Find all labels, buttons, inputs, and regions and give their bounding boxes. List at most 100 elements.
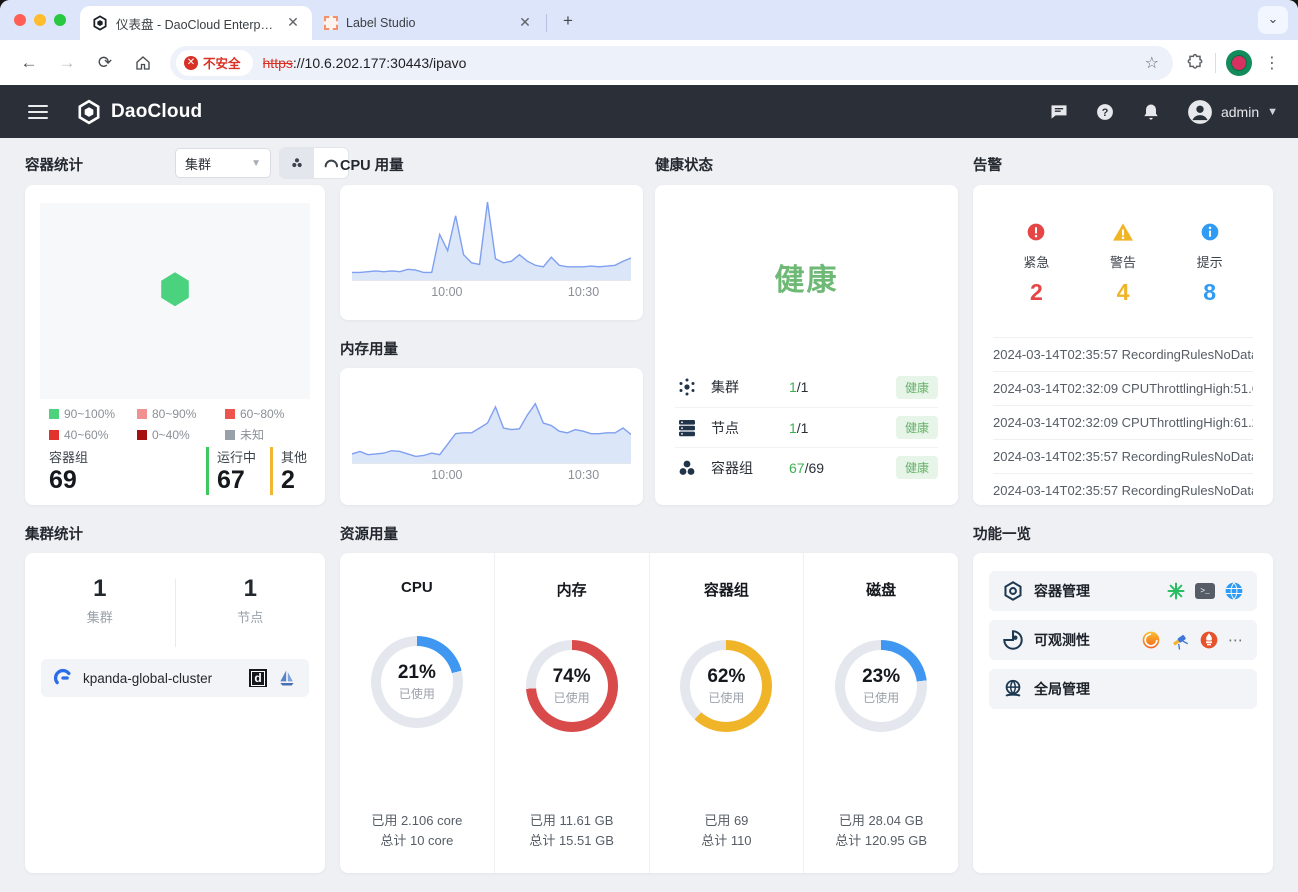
x-tick: 10:30 [568,468,599,482]
legend-item: 0~40% [137,426,225,443]
profile-avatar[interactable] [1226,50,1252,76]
cpu-donut: 21%已使用 [371,636,463,728]
health-row-pods: 容器组 67/69 健康 [675,447,938,487]
alert-stat-warning: 警告 4 [1080,221,1167,306]
feature-product-icons: >_ [1166,581,1244,601]
alert-item[interactable]: 2024-03-14T02:35:57 RecordingRulesNoData… [993,337,1253,371]
appbar-actions: ? admin ▼ [1049,99,1278,125]
x-tick: 10:00 [431,285,462,299]
feature-product-icons: ⋯ [1141,630,1244,650]
alert-stat-info: 提示 8 [1166,221,1253,306]
scope-select-value: 集群 [185,154,211,173]
url-text[interactable]: https://10.6.202.177:30443/ipavo [263,55,1137,71]
tab-search-chevron-button[interactable]: ⌄ [1258,6,1288,34]
help-icon[interactable]: ? [1095,102,1115,122]
containerd-icon: d [249,669,267,687]
alert-item[interactable]: 2024-03-14T02:32:09 CPUThrottlingHigh:51… [993,371,1253,405]
username: admin [1221,104,1259,120]
security-badge[interactable]: ✕ 不安全 [176,50,253,76]
tab-separator [546,14,547,32]
url-scheme: https [263,55,293,71]
daocloud-favicon [92,15,108,31]
tab-close-icon[interactable]: ✕ [284,14,302,32]
kubean-icon[interactable] [1166,581,1186,601]
legend-item: 80~90% [137,407,225,421]
alert-item[interactable]: 2024-03-14T02:32:09 CPUThrottlingHigh:61… [993,405,1253,439]
address-bar[interactable]: ✕ 不安全 https://10.6.202.177:30443/ipavo ☆ [170,46,1173,80]
container-stats-controls: 集群 ▼ [175,147,349,179]
macos-window-controls[interactable] [0,0,80,40]
cpu-usage-card: 10:00 10:30 [340,185,643,320]
alert-item[interactable]: 2024-03-14T02:35:57 RecordingRulesNoData… [993,439,1253,473]
cluster-list-item[interactable]: kpanda-global-cluster d [41,659,309,697]
tab-daocloud-dashboard[interactable]: 仪表盘 - DaoCloud Enterprise ✕ [80,6,312,40]
svg-text:?: ? [1102,106,1109,118]
profile-avatar-inner [1231,55,1247,71]
cluster-count: 1 集群 [25,575,175,647]
back-button[interactable]: ← [13,47,45,79]
memory-usage-card: 10:00 10:30 [340,368,643,505]
disk-donut: 23%已使用 [835,640,927,732]
label-studio-favicon [324,16,338,30]
hamburger-menu-icon[interactable] [28,105,48,119]
browser-menu-icon[interactable]: ⋮ [1256,53,1288,73]
sailboat-icon [277,668,297,688]
health-badge: 健康 [896,376,938,399]
x-tick: 10:30 [568,285,599,299]
extensions-icon[interactable] [1185,53,1205,73]
bookmark-star-icon[interactable]: ☆ [1137,53,1167,73]
scope-select[interactable]: 集群 ▼ [175,148,271,178]
dashboard: 容器统计 集群 ▼ CPU 用量 健康状态 告警 内存用量 [0,138,1298,892]
legend-item: 40~60% [49,426,137,443]
istio-globe-icon[interactable] [1224,581,1244,601]
terminal-icon[interactable]: >_ [1195,583,1215,599]
home-button[interactable] [127,47,159,79]
pod-count-stats: 容器组 69 运行中 67 其他 2 [49,447,307,495]
cpu-chart: 10:00 10:30 [340,185,643,320]
zoom-window-button[interactable] [54,14,66,26]
hexagon-view-button[interactable] [280,148,314,178]
more-icon[interactable]: ⋯ [1228,631,1244,649]
reload-button[interactable]: ⟳ [89,47,121,79]
global-mgmt-icon [1002,678,1024,700]
new-tab-button[interactable]: + [555,9,581,35]
health-row-cluster: 集群 1/1 健康 [675,367,938,407]
forward-button[interactable]: → [51,47,83,79]
cpu-area-chart [352,195,631,280]
alert-stats: 紧急 2 警告 4 提示 8 [993,221,1253,306]
user-avatar-icon [1187,99,1213,125]
notifications-bell-icon[interactable] [1141,102,1161,122]
tab-close-icon[interactable]: ✕ [516,14,534,32]
pods-icon [675,456,699,480]
alerts-card: 紧急 2 警告 4 提示 8 2024-03-14T02:35:57 Recor… [973,185,1273,505]
close-window-button[interactable] [14,14,26,26]
telescope-icon[interactable] [1170,630,1190,650]
overall-health-label: 健康 [655,255,958,299]
memory-donut: 74%已使用 [526,640,618,732]
health-row-node: 节点 1/1 健康 [675,407,938,447]
legend-swatch [49,430,59,440]
feature-observability[interactable]: 可观测性 ⋯ [989,620,1257,660]
feature-container-mgmt[interactable]: 容器管理 >_ [989,571,1257,611]
user-menu[interactable]: admin ▼ [1187,99,1278,125]
user-chevron-down-icon: ▼ [1267,106,1278,118]
pod-hexagon[interactable] [160,272,190,306]
legend-swatch [137,409,147,419]
security-badge-label: 不安全 [203,53,241,72]
critical-icon [1026,222,1046,242]
cluster-counts: 1 集群 1 节点 [25,575,325,647]
prometheus-icon[interactable] [1199,630,1219,650]
app-navbar: DaoCloud ? admin ▼ [0,85,1298,138]
minimize-window-button[interactable] [34,14,46,26]
legend-item: 60~80% [225,407,309,421]
resources-card: CPU 21%已使用 已用 2.106 core总计 10 core 内存 74… [340,553,958,873]
alert-item[interactable]: 2024-03-14T02:35:57 RecordingRulesNoData… [993,473,1253,507]
feature-global-mgmt[interactable]: 全局管理 [989,669,1257,709]
grafana-icon[interactable] [1141,630,1161,650]
section-title-alerts: 告警 [973,154,1002,175]
daocloud-brand[interactable]: DaoCloud [76,99,202,125]
gauge-disk: 磁盘 23%已使用 已用 28.04 GB总计 120.95 GB [804,553,958,873]
tab-label-studio[interactable]: Label Studio ✕ [312,6,544,40]
memory-chart: 10:00 10:30 [340,368,643,505]
feedback-chat-icon[interactable] [1049,102,1069,122]
